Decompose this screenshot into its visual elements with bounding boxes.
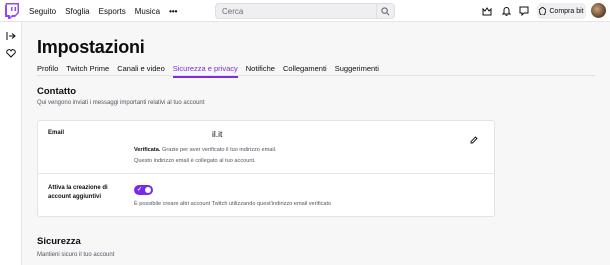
search-button[interactable]	[376, 4, 394, 18]
settings-main: Impostazioni Profilo Twitch Prime Canali…	[22, 22, 610, 265]
card-divider	[38, 173, 494, 174]
side-rail	[0, 22, 22, 265]
contact-card: Email il.it Verificata. Grazie per aver …	[37, 120, 495, 217]
toggle-help-text: È possibile creare altri account Twitch …	[134, 201, 332, 207]
bits-gem-icon	[539, 7, 547, 15]
edit-email-pencil-icon[interactable]	[470, 131, 479, 144]
check-icon: ✓	[137, 187, 143, 193]
email-redacted-area	[132, 129, 212, 141]
security-section-title: Sicurezza	[37, 236, 81, 247]
search-icon	[381, 6, 390, 15]
buy-bits-button[interactable]: Compra bit	[537, 3, 586, 19]
user-avatar[interactable]	[591, 3, 606, 18]
crown-icon[interactable]	[480, 4, 494, 18]
additional-accounts-toggle[interactable]: ✓	[134, 185, 153, 195]
verified-text: Grazie per aver verificato il tuo indiri…	[160, 147, 277, 153]
security-section-subtitle: Mantieni sicuro il tuo account	[37, 252, 115, 258]
toggle-label: Attiva la creazione di account aggiuntiv…	[48, 185, 108, 200]
toggle-knob	[145, 187, 151, 193]
notifications-bell-icon[interactable]	[499, 4, 513, 18]
buy-bits-label: Compra bit	[549, 7, 584, 15]
email-linked-text: Questo indirizzo email è collegato al tu…	[134, 158, 256, 164]
followed-heart-icon[interactable]	[5, 47, 17, 59]
search-input[interactable]	[216, 6, 376, 16]
contact-section-title: Contatto	[37, 86, 77, 97]
more-options-icon[interactable]: •••	[169, 7, 177, 16]
page-title: Impostazioni	[37, 37, 145, 57]
main-nav: Seguito Sfoglia Esports Musica •••	[29, 0, 186, 22]
nav-esports[interactable]: Esports	[99, 7, 126, 16]
top-navigation-bar: Seguito Sfoglia Esports Musica ••• Cerca…	[0, 0, 610, 22]
verified-bold: Verificata.	[134, 147, 161, 153]
twitch-logo-icon[interactable]	[5, 3, 19, 19]
email-label: Email	[48, 130, 65, 136]
whispers-chat-icon[interactable]	[517, 4, 531, 18]
nav-musica[interactable]: Musica	[135, 7, 160, 16]
nav-seguito[interactable]: Seguito	[29, 7, 56, 16]
expand-sidebar-arrow-icon[interactable]	[5, 30, 17, 42]
email-value: il.it	[212, 129, 223, 139]
search-bar	[215, 3, 395, 19]
email-verified-status: Verificata. Grazie per aver verificato i…	[134, 147, 276, 153]
nav-sfoglia[interactable]: Sfoglia	[65, 7, 89, 16]
tabs-divider	[37, 75, 595, 76]
contact-section-subtitle: Qui vengono inviati i messaggi important…	[37, 100, 205, 106]
